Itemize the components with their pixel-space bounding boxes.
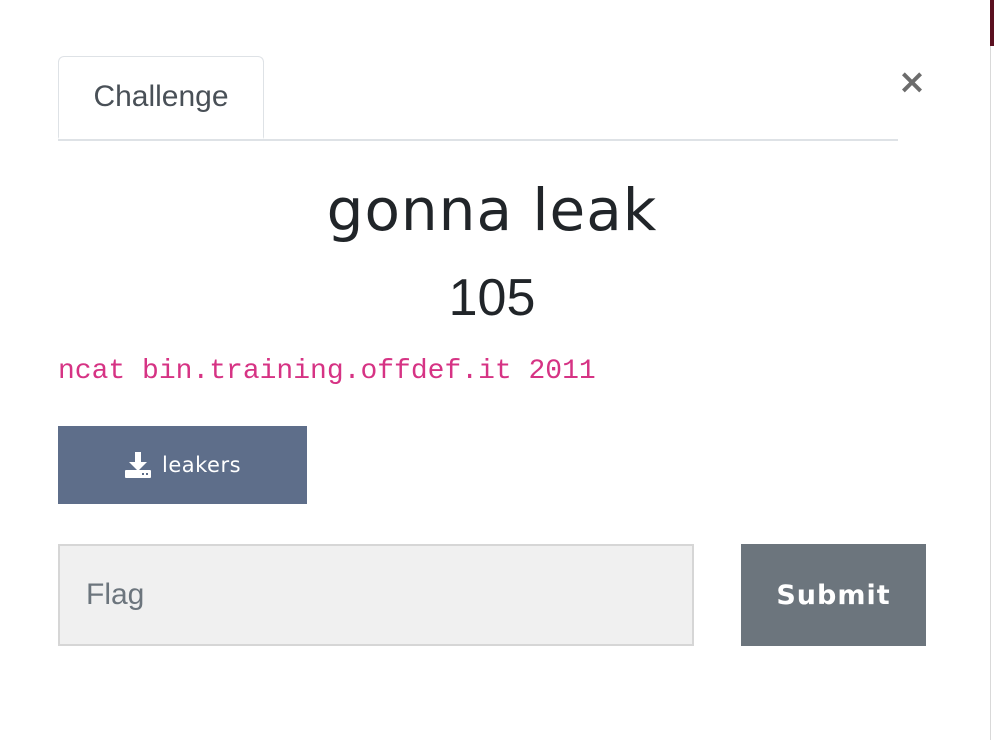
close-button[interactable]: × (896, 62, 928, 102)
modal-tabs: Challenge (58, 56, 898, 141)
submit-button[interactable]: Submit (741, 544, 926, 646)
download-file-button[interactable]: leakers (58, 426, 307, 504)
download-file-label: leakers (161, 453, 242, 477)
challenge-modal: Challenge × gonna leak 105 ncat bin.trai… (0, 0, 994, 740)
challenge-description: ncat bin.training.offdef.it 2011 (58, 356, 596, 387)
window-edge (990, 0, 991, 740)
challenge-title: gonna leak (326, 176, 658, 244)
window-edge-accent (990, 0, 994, 46)
flag-input[interactable] (58, 544, 694, 646)
download-icon (124, 451, 152, 479)
tab-challenge[interactable]: Challenge (58, 56, 264, 139)
challenge-points: 105 (448, 269, 536, 327)
